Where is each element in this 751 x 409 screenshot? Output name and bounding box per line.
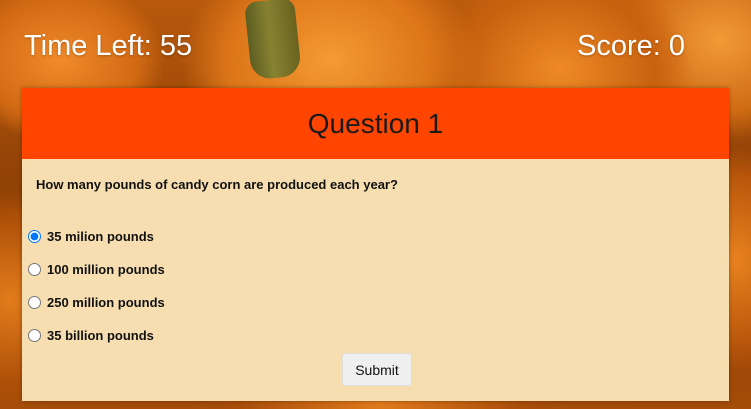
answer-option-3[interactable]: 250 million pounds [27,286,165,319]
pumpkin-stem-image [244,0,302,81]
answer-option-4[interactable]: 35 billion pounds [27,319,165,352]
answer-radio-4[interactable] [28,329,41,342]
submit-button[interactable]: Submit [342,353,412,386]
answer-radio-3[interactable] [28,296,41,309]
answer-label-1: 35 milion pounds [47,229,154,244]
answer-option-1[interactable]: 35 milion pounds [27,220,165,253]
answer-radio-1[interactable] [28,230,41,243]
answer-label-3: 250 million pounds [47,295,165,310]
answer-option-2[interactable]: 100 million pounds [27,253,165,286]
answer-label-4: 35 billion pounds [47,328,154,343]
time-left-label: Time Left: 55 [24,30,193,62]
answer-radio-2[interactable] [28,263,41,276]
question-title: Question 1 [307,107,444,139]
quiz-card: Question 1 How many pounds of candy corn… [22,88,729,401]
question-header: Question 1 [22,88,729,159]
answer-label-2: 100 million pounds [47,262,165,277]
answer-options: 35 milion pounds 100 million pounds 250 … [27,220,165,352]
question-text: How many pounds of candy corn are produc… [36,177,398,192]
score-label: Score: 0 [577,30,685,62]
